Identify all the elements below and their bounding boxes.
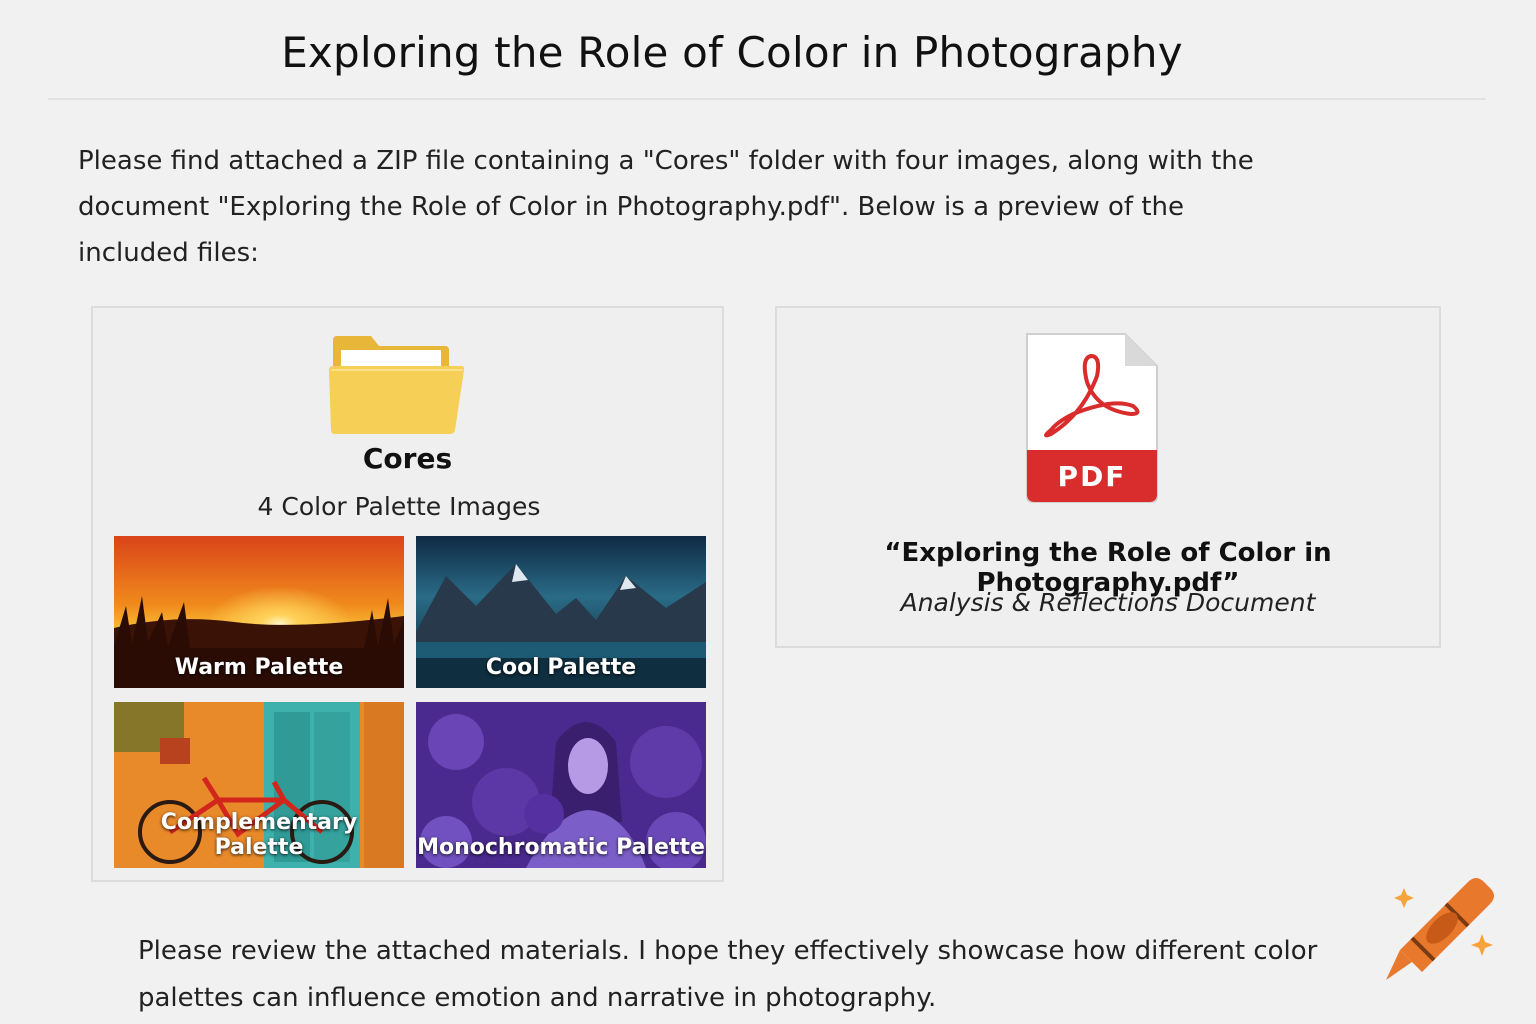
pdf-description: Analysis & Reflections Document [900,588,1316,617]
cool-palette-image[interactable]: Cool Palette [416,536,706,688]
folder-attachment-card[interactable]: Cores 4 Color Palette Images Warm Palett… [91,306,724,882]
intro-text: Please find attached a ZIP file containi… [78,138,1298,276]
warm-palette-label: Warm Palette [174,655,344,680]
warm-palette-image[interactable]: Warm Palette [114,536,404,688]
monochromatic-palette-image[interactable]: Monochromatic Palette [416,702,706,868]
title-divider [48,98,1486,100]
page-title: Exploring the Role of Color in Photograp… [281,28,1183,77]
monochromatic-palette-label: Monochromatic Palette [417,835,705,860]
crayon-icon [1386,878,1494,980]
complementary-palette-image[interactable]: Complementary Palette [114,702,404,868]
pdf-attachment-card[interactable]: PDF “Exploring the Role of Color in Phot… [775,306,1441,648]
cool-palette-label: Cool Palette [485,655,637,680]
complementary-palette-label: Complementary Palette [160,810,358,860]
intro-line-1: Please find attached a ZIP file containi… [78,146,1254,176]
outro-line-1: Please review the attached materials. I … [138,936,1318,966]
intro-line-2: document "Exploring the Role of Color in… [78,192,1185,222]
outro-text: Please review the attached materials. I … [138,928,1358,1022]
folder-name: Cores [362,442,453,475]
pdf-icon: PDF [1026,333,1158,503]
folder-description: 4 Color Palette Images [257,492,541,521]
pdf-badge-label: PDF [1058,460,1127,493]
folder-icon [329,336,465,434]
outro-line-2: palettes can influence emotion and narra… [138,983,937,1013]
intro-line-3: included files: [78,238,259,268]
